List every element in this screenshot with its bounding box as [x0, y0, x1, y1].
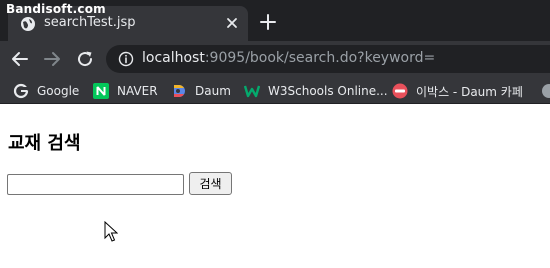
- bookmark-daum[interactable]: Daum: [171, 82, 231, 100]
- mouse-cursor-icon: [104, 221, 118, 242]
- url-path: :9095/book/search.do?keyword=: [204, 50, 436, 66]
- page-title: 교재 검색: [8, 133, 81, 154]
- recorder-watermark: Bandisoft.com: [6, 2, 106, 16]
- search-button[interactable]: 검색: [189, 172, 232, 195]
- bookmark-label: NAVER: [117, 84, 158, 98]
- globe-icon[interactable]: [541, 83, 550, 99]
- bookmark-label: W3Schools Online...: [268, 84, 388, 98]
- bookmark-label: Daum: [195, 84, 231, 98]
- bookmark-label: 이박스 - Daum 카페: [416, 84, 523, 99]
- bookmark-naver[interactable]: NAVER: [93, 82, 158, 100]
- page-content: 교재 검색 검색: [0, 105, 550, 268]
- tab-title: searchTest.jsp: [44, 15, 136, 30]
- url-text[interactable]: localhost:9095/book/search.do?keyword=: [142, 50, 435, 66]
- globe-icon: [21, 17, 35, 31]
- daum-icon: [174, 85, 185, 97]
- bookmark-w3schools[interactable]: W3Schools Online...: [244, 82, 388, 100]
- info-icon[interactable]: [118, 51, 134, 67]
- bookmark-daum-cafe[interactable]: 이박스 - Daum 카페: [392, 82, 523, 100]
- forward-arrow-icon[interactable]: [42, 49, 62, 69]
- bookmarks-bar: Google NAVER Daum W3Schools Online... 이박…: [0, 77, 550, 104]
- tab-strip: Bandisoft.com searchTest.jsp: [0, 0, 550, 41]
- w3schools-icon: [244, 85, 260, 98]
- reload-icon[interactable]: [75, 49, 95, 69]
- search-input[interactable]: [7, 174, 184, 195]
- url-host: localhost: [142, 50, 205, 66]
- google-icon: [13, 83, 29, 99]
- new-tab-icon[interactable]: [258, 12, 278, 32]
- close-icon[interactable]: [224, 15, 240, 31]
- naver-icon: [93, 83, 109, 99]
- daum-cafe-icon: [392, 83, 408, 99]
- browser-toolbar: localhost:9095/book/search.do?keyword=: [0, 41, 550, 77]
- bookmark-google[interactable]: Google: [13, 82, 79, 100]
- address-bar[interactable]: localhost:9095/book/search.do?keyword=: [106, 45, 550, 73]
- back-arrow-icon[interactable]: [10, 49, 30, 69]
- bookmark-label: Google: [37, 84, 80, 98]
